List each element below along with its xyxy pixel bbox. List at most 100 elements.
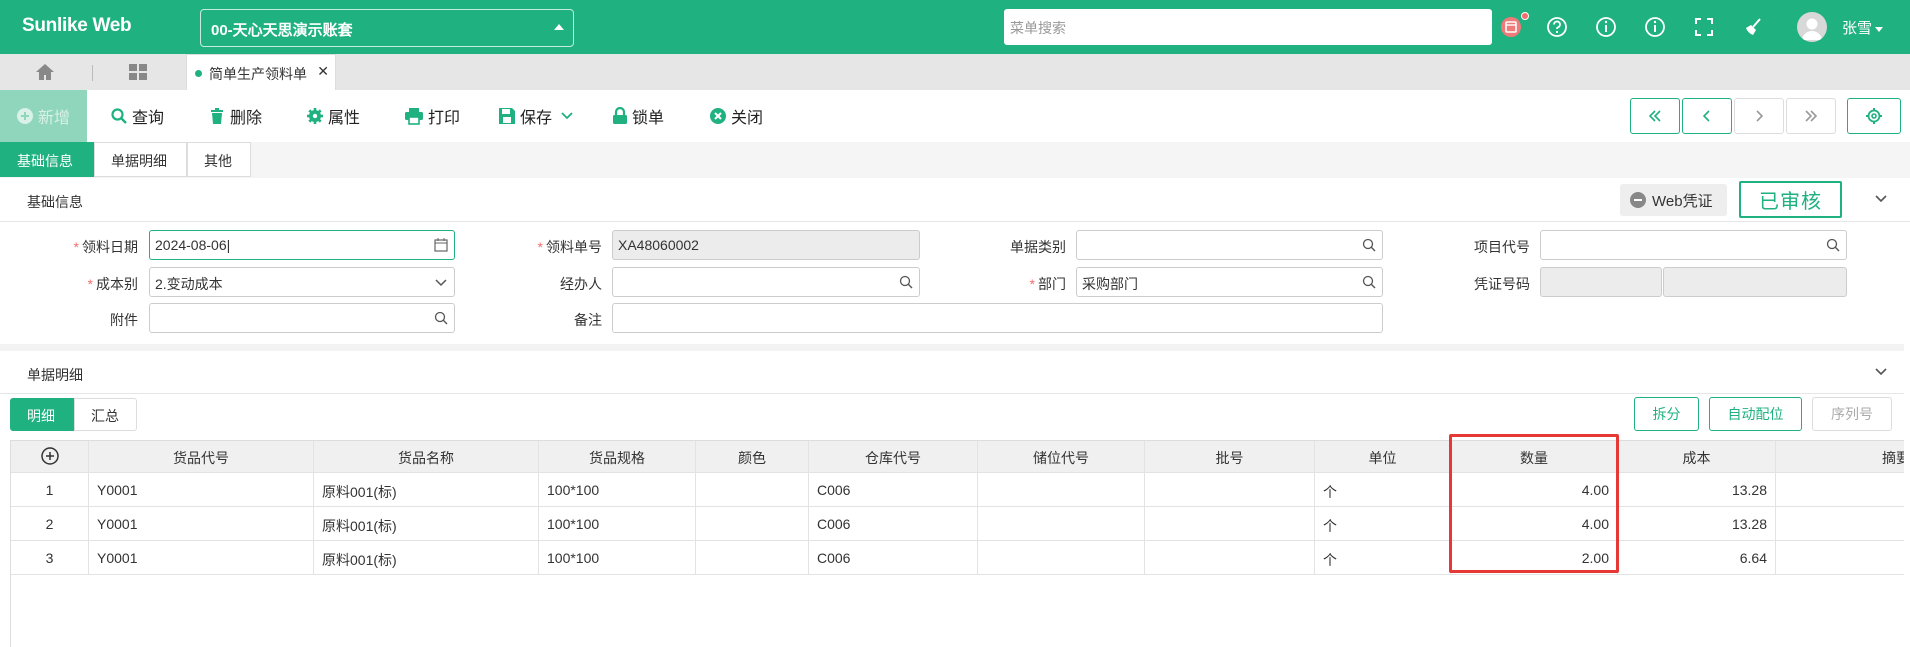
col-item-spec[interactable]: 货品规格	[539, 441, 696, 472]
search-icon[interactable]	[1362, 238, 1376, 252]
handler-field[interactable]	[612, 267, 920, 297]
auto-allocate-button[interactable]: 自动配位	[1709, 397, 1802, 431]
print-button[interactable]: 打印	[404, 90, 460, 142]
search-icon[interactable]	[899, 275, 913, 289]
table-row[interactable]: 2 Y0001 原料001(标) 100*100 C006 个 4.00 13.…	[11, 507, 1910, 541]
split-button[interactable]: 拆分	[1634, 397, 1699, 431]
remark-field[interactable]	[612, 303, 1383, 333]
cell-item-name[interactable]: 原料001(标)	[314, 507, 539, 540]
cell-lot[interactable]	[1145, 473, 1315, 506]
doc-type-field[interactable]	[1076, 230, 1383, 260]
doc-no-field[interactable]: XA48060002	[612, 230, 920, 260]
col-lot[interactable]: 批号	[1145, 441, 1315, 472]
cost-type-select[interactable]: 2.变动成本	[149, 267, 455, 297]
settings-button[interactable]	[1847, 98, 1901, 134]
cell-cost[interactable]: 6.64	[1618, 541, 1776, 574]
col-item-name[interactable]: 货品名称	[314, 441, 539, 472]
search-icon[interactable]	[1826, 238, 1840, 252]
calendar-icon[interactable]	[434, 238, 448, 252]
next-record-button[interactable]	[1734, 98, 1784, 134]
save-button[interactable]: 保存	[498, 90, 578, 142]
col-color[interactable]: 颜色	[696, 441, 809, 472]
table-row[interactable]: 3 Y0001 原料001(标) 100*100 C006 个 2.00 6.6…	[11, 541, 1910, 575]
chevron-down-icon[interactable]	[1874, 194, 1888, 204]
cell-cost[interactable]: 13.28	[1618, 507, 1776, 540]
chevron-down-icon[interactable]	[434, 275, 448, 289]
close-tab-icon[interactable]: ✕	[317, 63, 329, 80]
col-summary[interactable]: 摘要	[1776, 441, 1910, 472]
clear-cache-icon[interactable]	[1739, 13, 1767, 41]
properties-button[interactable]: 属性	[306, 90, 360, 142]
right-scrollbar[interactable]	[1904, 344, 1910, 647]
col-item-code[interactable]: 货品代号	[89, 441, 314, 472]
close-button[interactable]: 关闭	[709, 90, 763, 142]
voucher-no-field-1[interactable]	[1540, 267, 1662, 297]
cell-color[interactable]	[696, 541, 809, 574]
tab-production-picking[interactable]: 简单生产领料单 ✕	[186, 54, 336, 90]
col-unit[interactable]: 单位	[1315, 441, 1451, 472]
project-field[interactable]	[1540, 230, 1847, 260]
cell-item-spec[interactable]: 100*100	[539, 541, 696, 574]
cell-summary[interactable]	[1776, 473, 1910, 506]
first-record-button[interactable]	[1630, 98, 1680, 134]
voucher-no-field-2[interactable]	[1663, 267, 1847, 297]
col-location[interactable]: 储位代号	[978, 441, 1145, 472]
lock-button[interactable]: 锁单	[612, 90, 664, 142]
attachment-field[interactable]	[149, 303, 455, 333]
col-warehouse[interactable]: 仓库代号	[809, 441, 978, 472]
cell-summary[interactable]	[1776, 507, 1910, 540]
search-icon[interactable]	[1362, 275, 1376, 289]
about-icon[interactable]	[1641, 13, 1669, 41]
user-menu[interactable]: 张雪	[1842, 17, 1884, 38]
doc-details-section-header[interactable]: 单据明细	[0, 351, 1910, 394]
cell-unit[interactable]: 个	[1315, 507, 1451, 540]
avatar[interactable]	[1797, 12, 1827, 42]
search-icon[interactable]	[434, 311, 448, 325]
cell-unit[interactable]: 个	[1315, 541, 1451, 574]
cell-warehouse[interactable]: C006	[809, 473, 978, 506]
prev-record-button[interactable]	[1682, 98, 1732, 134]
serial-number-button[interactable]: 序列号	[1812, 397, 1892, 431]
cell-cost[interactable]: 13.28	[1618, 473, 1776, 506]
cell-item-code[interactable]: Y0001	[89, 473, 314, 506]
cell-item-name[interactable]: 原料001(标)	[314, 541, 539, 574]
tab-detail[interactable]: 明细	[10, 398, 74, 431]
cell-warehouse[interactable]: C006	[809, 541, 978, 574]
web-voucher-button[interactable]: Web凭证	[1620, 184, 1727, 216]
cell-location[interactable]	[978, 473, 1145, 506]
table-row[interactable]: 1 Y0001 原料001(标) 100*100 C006 个 4.00 13.…	[11, 473, 1910, 507]
add-row-button[interactable]	[11, 441, 89, 472]
tab-summary[interactable]: 汇总	[74, 398, 137, 431]
tab-other[interactable]: 其他	[187, 142, 251, 177]
new-button[interactable]: 新增	[0, 90, 87, 142]
cell-item-name[interactable]: 原料001(标)	[314, 473, 539, 506]
cell-lot[interactable]	[1145, 541, 1315, 574]
cell-lot[interactable]	[1145, 507, 1315, 540]
help-icon[interactable]	[1543, 13, 1571, 41]
col-cost[interactable]: 成本	[1618, 441, 1776, 472]
cell-summary[interactable]	[1776, 541, 1910, 574]
last-record-button[interactable]	[1786, 98, 1836, 134]
tab-basic-info[interactable]: 基础信息	[0, 142, 94, 177]
apps-grid-icon[interactable]	[128, 63, 148, 81]
cell-item-spec[interactable]: 100*100	[539, 473, 696, 506]
fullscreen-icon[interactable]	[1690, 13, 1718, 41]
query-button[interactable]: 查询	[110, 90, 164, 142]
menu-search-input[interactable]: 菜单搜索	[1004, 9, 1492, 45]
info-icon[interactable]	[1592, 13, 1620, 41]
cell-item-code[interactable]: Y0001	[89, 541, 314, 574]
home-icon[interactable]	[34, 62, 56, 82]
cell-location[interactable]	[978, 507, 1145, 540]
tab-doc-details[interactable]: 单据明细	[94, 142, 187, 177]
cell-color[interactable]	[696, 507, 809, 540]
chevron-down-icon[interactable]	[1874, 367, 1888, 377]
cell-item-code[interactable]: Y0001	[89, 507, 314, 540]
account-selector[interactable]: 00-天心天思演示账套	[200, 9, 574, 47]
delete-button[interactable]: 删除	[208, 90, 262, 142]
cell-location[interactable]	[978, 541, 1145, 574]
cell-item-spec[interactable]: 100*100	[539, 507, 696, 540]
cell-warehouse[interactable]: C006	[809, 507, 978, 540]
cell-unit[interactable]: 个	[1315, 473, 1451, 506]
date-field[interactable]: 2024-08-06|	[149, 230, 455, 260]
dept-field[interactable]: 采购部门	[1076, 267, 1383, 297]
